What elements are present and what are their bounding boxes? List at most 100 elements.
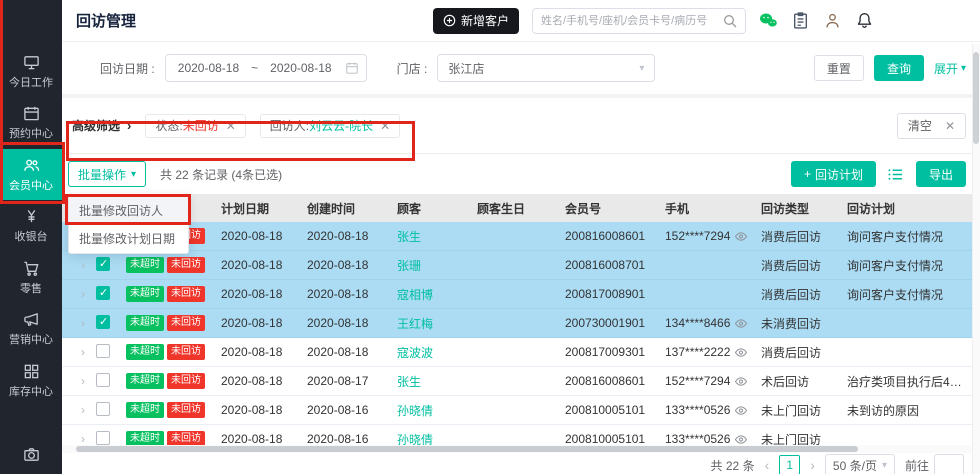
customer-link[interactable]: 张珊: [397, 257, 477, 274]
expand-toggle[interactable]: 展开 ▾: [934, 60, 966, 77]
list-icon: [887, 166, 904, 183]
sidebar-item-today-work[interactable]: 今日工作: [0, 46, 62, 97]
eye-icon[interactable]: [734, 434, 748, 445]
dropdown-item-edit-plan-date[interactable]: 批量修改计划日期: [69, 225, 188, 253]
created-date-cell: 2020-08-18: [307, 316, 397, 330]
camera-icon: [23, 446, 40, 463]
customer-link[interactable]: 寇相博: [397, 286, 477, 303]
vertical-scrollbar[interactable]: [972, 44, 980, 474]
plus-icon: +: [804, 167, 811, 181]
clear-filters-button[interactable]: 清空 ✕: [897, 113, 966, 139]
add-customer-button[interactable]: 新增客户: [433, 8, 519, 34]
current-page-button[interactable]: 1: [779, 455, 800, 474]
date-end: 2020-08-18: [270, 61, 331, 75]
customer-link[interactable]: 王红梅: [397, 315, 477, 332]
search-input[interactable]: [541, 15, 723, 27]
sidebar-item-device[interactable]: [0, 434, 62, 474]
visit-type-cell: 未上门回访: [761, 431, 847, 446]
status-tag-not-overdue: 未超时: [126, 402, 164, 418]
status-tag-not-overdue: 未超时: [126, 344, 164, 360]
customer-link[interactable]: 张生: [397, 373, 477, 390]
eye-icon[interactable]: [734, 347, 748, 358]
search-box: [532, 8, 746, 34]
col-visit-type: 回访类型: [761, 200, 847, 217]
expand-chevron-icon[interactable]: ›: [81, 403, 85, 417]
close-icon[interactable]: ✕: [380, 119, 390, 133]
visit-date-range-picker[interactable]: 2020-08-18 ~ 2020-08-18: [165, 54, 367, 82]
chevron-down-icon: ▾: [961, 63, 966, 74]
query-button[interactable]: 查询: [874, 55, 924, 81]
export-button[interactable]: 导出: [916, 161, 966, 187]
sidebar-item-cashier[interactable]: 收银台: [0, 200, 62, 251]
eye-icon[interactable]: [734, 318, 748, 329]
table-row: › 未超时 未回访 2020-08-18 2020-08-16 孙晓倩 2008…: [62, 396, 980, 425]
row-checkbox[interactable]: [96, 373, 110, 387]
dropdown-item-edit-visitor[interactable]: 批量修改回访人: [69, 197, 188, 225]
expand-chevron-icon[interactable]: ›: [81, 258, 85, 272]
notes-icon[interactable]: [791, 11, 810, 30]
sidebar-item-marketing-center[interactable]: 营销中心: [0, 303, 62, 354]
close-icon[interactable]: ✕: [226, 119, 236, 133]
eye-icon[interactable]: [734, 231, 748, 242]
visit-type-cell: 消费后回访: [761, 257, 847, 274]
sidebar-item-inventory-center[interactable]: 库存中心: [0, 355, 62, 406]
status-tag-not-overdue: 未超时: [126, 373, 164, 389]
row-checkbox[interactable]: [96, 315, 110, 329]
customer-service-icon[interactable]: [823, 11, 842, 30]
customer-link[interactable]: 张生: [397, 228, 477, 245]
customer-link[interactable]: 孙晓倩: [397, 431, 477, 446]
status-tag-not-overdue: 未超时: [126, 315, 164, 331]
search-icon[interactable]: [723, 14, 737, 28]
row-checkbox[interactable]: [96, 286, 110, 300]
date-separator: ~: [251, 61, 258, 75]
col-member-no: 会员号: [565, 200, 665, 217]
status-tag-not-visited: 未回访: [167, 286, 205, 302]
created-date-cell: 2020-08-18: [307, 345, 397, 359]
filter-row: 回访日期 : 2020-08-18 ~ 2020-08-18 门店 : 张江店 …: [62, 42, 980, 98]
created-date-cell: 2020-08-18: [307, 287, 397, 301]
batch-actions-button[interactable]: 批量操作 ▾: [68, 161, 146, 187]
table-row: › 未超时 未回访 2020-08-18 2020-08-18 张珊 20081…: [62, 251, 980, 280]
yen-icon: [23, 208, 40, 225]
eye-icon[interactable]: [734, 405, 748, 416]
horizontal-scrollbar[interactable]: [62, 445, 980, 453]
row-checkbox[interactable]: [96, 257, 110, 271]
status-tag-not-visited: 未回访: [167, 402, 205, 418]
reset-button[interactable]: 重置: [814, 55, 864, 81]
prev-page-button[interactable]: ‹: [765, 458, 770, 472]
chevron-right-icon[interactable]: ›: [127, 118, 131, 133]
expand-chevron-icon[interactable]: ›: [81, 374, 85, 388]
table-row: › 未超时 未回访 2020-08-18 2020-08-18 寇波波 2008…: [62, 338, 980, 367]
phone-cell: 152****7294: [665, 229, 761, 243]
visits-table: 计划日期 创建时间 顾客 顾客生日 会员号 手机 回访类型 回访计划 › 未超时…: [62, 194, 980, 453]
phone-cell: 152****7294: [665, 374, 761, 388]
eye-icon[interactable]: [734, 376, 748, 387]
member-no-cell: 200816008601: [565, 229, 665, 243]
sidebar-item-retail[interactable]: 零售: [0, 252, 62, 303]
status-tag-not-visited: 未回访: [167, 431, 205, 445]
store-select[interactable]: 张江店 ▾: [437, 54, 655, 82]
next-page-button[interactable]: ›: [810, 458, 815, 472]
phone-cell: 133****0526: [665, 403, 761, 417]
col-visit-plan: 回访计划: [847, 200, 980, 217]
column-settings-button[interactable]: [886, 164, 906, 184]
sidebar-item-appointment-center[interactable]: 预约中心: [0, 97, 62, 148]
sidebar-item-member-center[interactable]: 会员中心: [0, 149, 62, 200]
page-size-select[interactable]: 50 条/页 ▾: [825, 454, 895, 474]
customer-link[interactable]: 寇波波: [397, 344, 477, 361]
wechat-icon[interactable]: [759, 11, 778, 30]
vertical-scrollbar-thumb[interactable]: [973, 52, 979, 144]
expand-chevron-icon[interactable]: ›: [81, 316, 85, 330]
table-row: › 未超时 未回访 2020-08-18 2020-08-18 张生 20081…: [62, 222, 980, 251]
goto-page-input[interactable]: [934, 454, 964, 474]
add-visit-plan-button[interactable]: + 回访计划: [791, 161, 876, 187]
expand-chevron-icon[interactable]: ›: [81, 432, 85, 445]
row-checkbox[interactable]: [96, 344, 110, 358]
row-checkbox[interactable]: [96, 431, 110, 445]
bell-icon[interactable]: [855, 11, 874, 30]
horizontal-scrollbar-thumb[interactable]: [76, 446, 858, 452]
expand-chevron-icon[interactable]: ›: [81, 287, 85, 301]
customer-link[interactable]: 孙晓倩: [397, 402, 477, 419]
expand-chevron-icon[interactable]: ›: [81, 345, 85, 359]
row-checkbox[interactable]: [96, 402, 110, 416]
